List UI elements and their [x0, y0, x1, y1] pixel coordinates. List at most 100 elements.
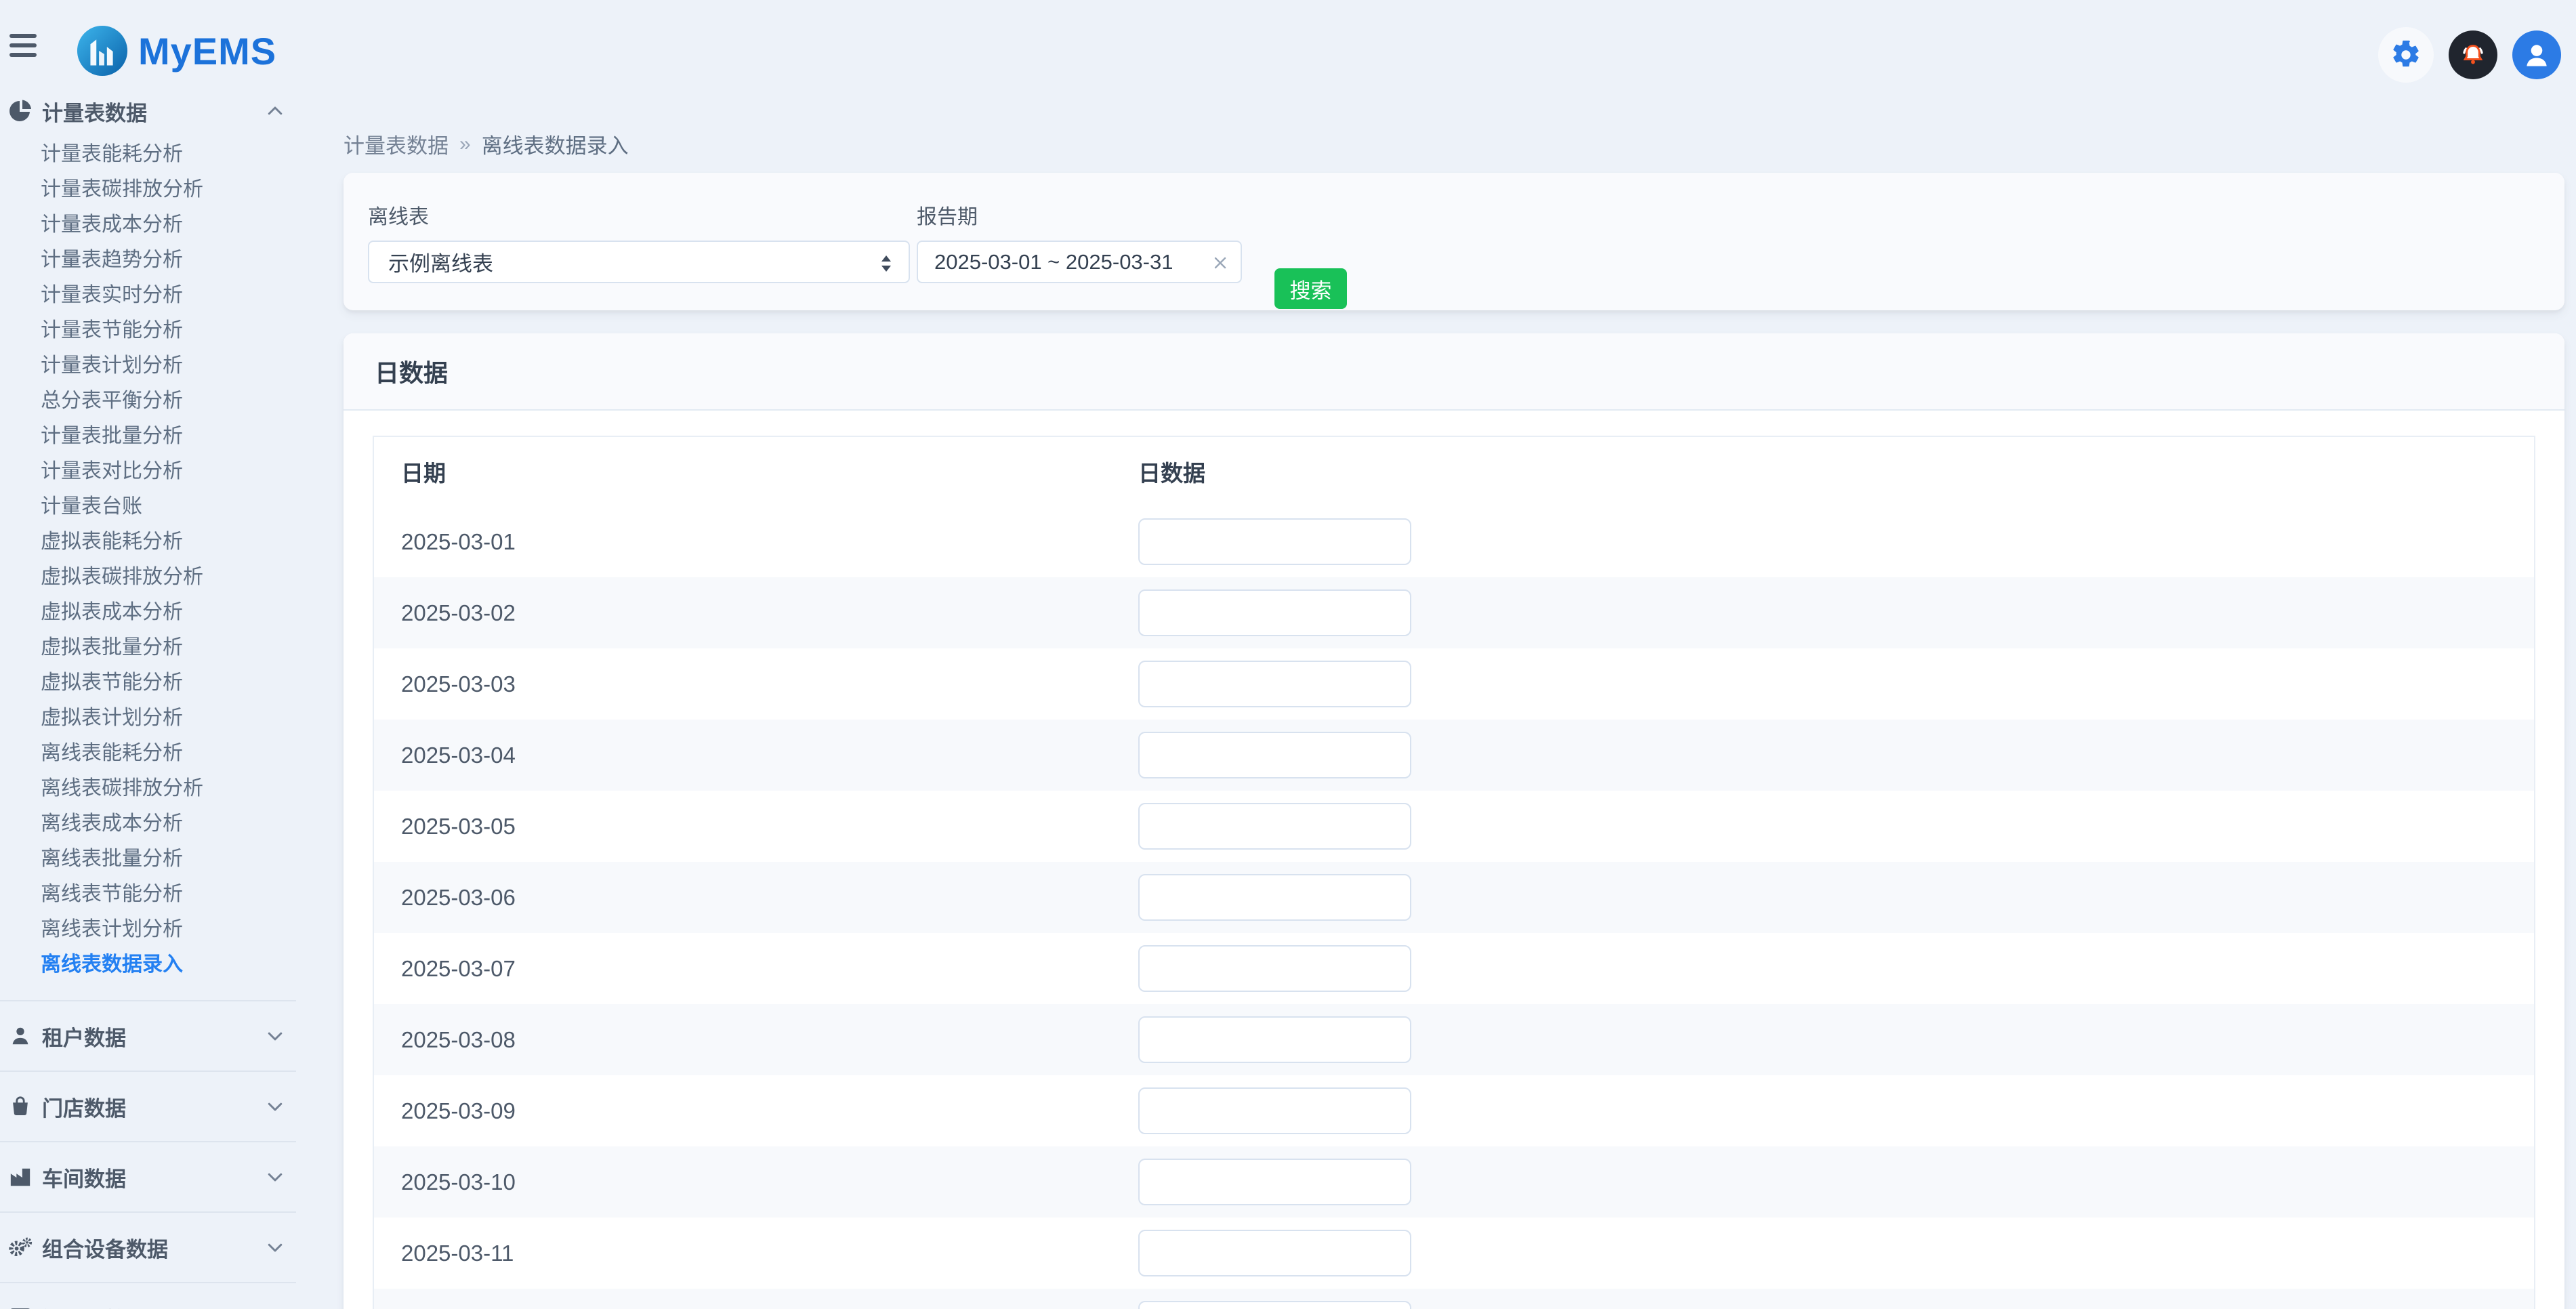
date-cell: 2025-03-07 [401, 955, 516, 981]
daily-value-input[interactable] [1138, 945, 1411, 992]
settings-button[interactable] [2378, 27, 2434, 83]
sidebar-group-shopping-bag[interactable]: 门店数据 [0, 1071, 296, 1141]
sidebar-item[interactable]: 计量表能耗分析 [0, 137, 296, 172]
sidebar-item[interactable]: 虚拟表能耗分析 [0, 524, 296, 560]
sidebar-item[interactable]: 计量表实时分析 [0, 278, 296, 313]
reporting-period-input[interactable]: 2025-03-01 ~ 2025-03-31 [917, 241, 1242, 283]
brand-name: MyEMS [138, 29, 277, 72]
sidebar-item[interactable]: 计量表计划分析 [0, 348, 296, 383]
date-cell: 2025-03-05 [401, 813, 516, 839]
sidebar-group-gears[interactable]: 组合设备数据 [0, 1211, 296, 1282]
settings-gear-icon [2393, 40, 2419, 67]
daily-value-input[interactable] [1138, 732, 1411, 778]
column-header-value: 日数据 [1138, 461, 1205, 486]
search-button[interactable]: 搜索 [1274, 268, 1347, 309]
sidebar-item[interactable]: 离线表批量分析 [0, 842, 296, 877]
offline-meter-field: 离线表 示例离线表 [368, 200, 910, 310]
daily-value-input[interactable] [1138, 661, 1411, 707]
table-row: 2025-03-11 [374, 1218, 2534, 1289]
daily-data-table: 日期 日数据 2025-03-01 2025-03-02 2025-03-03 202… [373, 436, 2535, 1309]
value-cell [1138, 1230, 2534, 1276]
sidebar-item[interactable]: 计量表成本分析 [0, 207, 296, 243]
table-row: 2025-03-12 [374, 1289, 2534, 1309]
clear-date-icon[interactable] [1211, 253, 1230, 278]
value-cell [1138, 732, 2534, 778]
sidebar-item[interactable]: 虚拟表计划分析 [0, 701, 296, 736]
sidebar-group-label: 租户数据 [42, 1026, 126, 1050]
chevron-down-icon [265, 1096, 285, 1117]
reporting-period-value: 2025-03-01 ~ 2025-03-31 [934, 249, 1173, 274]
user-icon [8, 1024, 33, 1048]
brand-logo[interactable]: MyEMS [76, 24, 276, 77]
topbar-actions [2378, 27, 2561, 83]
breadcrumb-parent[interactable]: 计量表数据 [344, 129, 449, 159]
daily-value-input[interactable] [1138, 803, 1411, 850]
value-cell [1138, 945, 2534, 992]
sidebar-item[interactable]: 虚拟表成本分析 [0, 595, 296, 630]
notifications-button[interactable] [2449, 30, 2497, 79]
pie-chart-icon [8, 99, 33, 123]
sidebar-item[interactable]: 离线表碳排放分析 [0, 771, 296, 806]
sidebar-item[interactable]: 总分表平衡分析 [0, 383, 296, 419]
sidebar-item[interactable]: 计量表节能分析 [0, 313, 296, 348]
table-row: 2025-03-04 [374, 720, 2534, 791]
sidebar-item[interactable]: 计量表台账 [0, 489, 296, 524]
column-header-date: 日期 [401, 461, 446, 486]
daily-card-body: 日期 日数据 2025-03-01 2025-03-02 2025-03-03 202… [344, 411, 2564, 1309]
sidebar-group-meter-data[interactable]: 计量表数据 [0, 95, 296, 127]
breadcrumb-separator: » [459, 132, 471, 155]
value-cell [1138, 1301, 2534, 1309]
date-cell: 2025-03-08 [401, 1026, 516, 1052]
gears-icon [8, 1235, 33, 1260]
sidebar-item-active[interactable]: 离线表数据录入 [0, 947, 296, 982]
offline-meter-selected-value: 示例离线表 [388, 252, 493, 276]
daily-value-input[interactable] [1138, 1016, 1411, 1063]
chevron-down-icon [265, 1167, 285, 1187]
sidebar-group-factory[interactable]: 车间数据 [0, 1141, 296, 1211]
sidebar-item[interactable]: 计量表碳排放分析 [0, 172, 296, 207]
sidebar-item[interactable]: 计量表批量分析 [0, 419, 296, 454]
date-cell: 2025-03-02 [401, 600, 516, 625]
breadcrumb-current: 离线表数据录入 [481, 134, 629, 158]
breadcrumb: 计量表数据 » 离线表数据录入 [344, 129, 629, 159]
value-cell [1138, 803, 2534, 850]
sidebar-group-monitor[interactable]: 辅助系统 [0, 1282, 296, 1309]
sidebar-item[interactable]: 计量表对比分析 [0, 454, 296, 489]
daily-value-input[interactable] [1138, 589, 1411, 636]
table-row: 2025-03-10 [374, 1146, 2534, 1218]
sidebar-group-label: 车间数据 [42, 1167, 126, 1191]
table-rows: 2025-03-01 2025-03-02 2025-03-03 2025-03-04… [374, 506, 2534, 1309]
daily-value-input[interactable] [1138, 874, 1411, 921]
sidebar-item[interactable]: 虚拟表碳排放分析 [0, 560, 296, 595]
sidebar-item[interactable]: 虚拟表批量分析 [0, 630, 296, 665]
offline-meter-select[interactable]: 示例离线表 [368, 241, 910, 283]
daily-value-input[interactable] [1138, 1230, 1411, 1276]
reporting-period-field: 报告期 2025-03-01 ~ 2025-03-31 [917, 200, 1242, 310]
daily-card-title: 日数据 [375, 359, 449, 387]
sidebar-item[interactable]: 离线表成本分析 [0, 806, 296, 842]
table-row: 2025-03-05 [374, 791, 2534, 862]
sidebar-item[interactable]: 离线表节能分析 [0, 877, 296, 912]
sidebar-item[interactable]: 离线表计划分析 [0, 912, 296, 947]
table-row: 2025-03-08 [374, 1004, 2534, 1075]
sidebar-group-label: 计量表数据 [42, 101, 147, 125]
hamburger-menu-icon[interactable] [9, 34, 39, 64]
daily-value-input[interactable] [1138, 1301, 1411, 1309]
table-row: 2025-03-03 [374, 648, 2534, 720]
sidebar-collapsed-groups: 租户数据门店数据车间数据组合设备数据辅助系统 [0, 1000, 296, 1309]
shopping-bag-icon [8, 1094, 33, 1119]
daily-value-input[interactable] [1138, 1087, 1411, 1134]
date-cell: 2025-03-03 [401, 671, 516, 697]
date-cell: 2025-03-11 [401, 1240, 514, 1266]
table-row: 2025-03-02 [374, 577, 2534, 648]
sidebar-group-user[interactable]: 租户数据 [0, 1000, 296, 1071]
sidebar-item[interactable]: 计量表趋势分析 [0, 243, 296, 278]
date-cell: 2025-03-10 [401, 1169, 516, 1194]
daily-value-input[interactable] [1138, 518, 1411, 565]
daily-value-input[interactable] [1138, 1159, 1411, 1205]
user-avatar[interactable] [2512, 30, 2561, 79]
sidebar-item[interactable]: 离线表能耗分析 [0, 736, 296, 771]
sidebar-item[interactable]: 虚拟表节能分析 [0, 665, 296, 701]
daily-card-header: 日数据 [344, 333, 2564, 411]
date-cell: 2025-03-06 [401, 884, 516, 910]
